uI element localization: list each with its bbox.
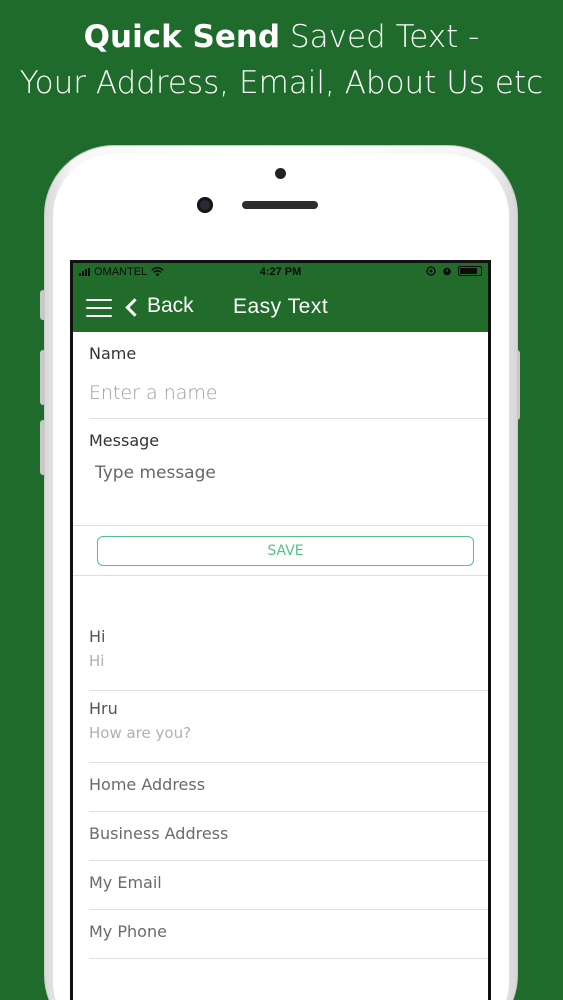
divider xyxy=(73,575,488,576)
item-subtitle: How are you? xyxy=(89,724,192,742)
location-lock-icon xyxy=(426,266,436,276)
headline-line2: Your Address, Email, About Us etc xyxy=(19,65,544,101)
status-icons xyxy=(426,266,482,276)
message-label: Message xyxy=(89,431,160,450)
item-title: Hru xyxy=(89,699,118,718)
list-item[interactable]: Hi Hi xyxy=(89,619,488,691)
list-item[interactable]: Home Address xyxy=(89,763,488,812)
nav-bar: Back Easy Text xyxy=(73,282,488,332)
menu-icon[interactable] xyxy=(86,299,112,317)
item-title: Home Address xyxy=(89,775,206,794)
alarm-icon xyxy=(443,267,451,276)
item-title: Business Address xyxy=(89,824,229,843)
list-item[interactable]: Hru How are you? xyxy=(89,691,488,763)
item-subtitle: Hi xyxy=(89,652,105,670)
headline-bold: Quick Send xyxy=(83,19,281,55)
item-title: My Email xyxy=(89,873,162,892)
list-item[interactable]: My Email xyxy=(89,861,488,910)
page-title: Easy Text xyxy=(233,295,329,318)
headline-rest: Saved Text - xyxy=(280,19,480,55)
front-camera xyxy=(197,197,213,213)
proximity-sensor xyxy=(275,168,286,179)
list-item[interactable]: My Phone xyxy=(89,910,488,959)
promo-headline: Quick Send Saved Text - Your Address, Em… xyxy=(0,14,563,106)
battery-icon xyxy=(458,266,482,276)
name-input[interactable] xyxy=(73,368,488,418)
status-bar: OMANTEL 4:27 PM xyxy=(73,263,488,282)
back-label: Back xyxy=(147,294,194,317)
item-title: My Phone xyxy=(89,922,167,941)
back-button[interactable]: Back xyxy=(125,294,194,318)
chevron-left-icon xyxy=(125,297,144,317)
phone-screen: OMANTEL 4:27 PM Back Easy Text Name Mess… xyxy=(70,260,491,1000)
message-input[interactable] xyxy=(73,459,488,525)
item-title: Hi xyxy=(89,627,106,646)
save-row: SAVE xyxy=(73,526,488,575)
saved-texts-list: Hi Hi Hru How are you? Home Address Busi… xyxy=(73,619,488,959)
earpiece-speaker xyxy=(242,201,318,209)
name-label: Name xyxy=(89,344,137,363)
save-button[interactable]: SAVE xyxy=(97,536,474,566)
list-item[interactable]: Business Address xyxy=(89,812,488,861)
new-text-form: Name Message SAVE xyxy=(73,332,488,576)
